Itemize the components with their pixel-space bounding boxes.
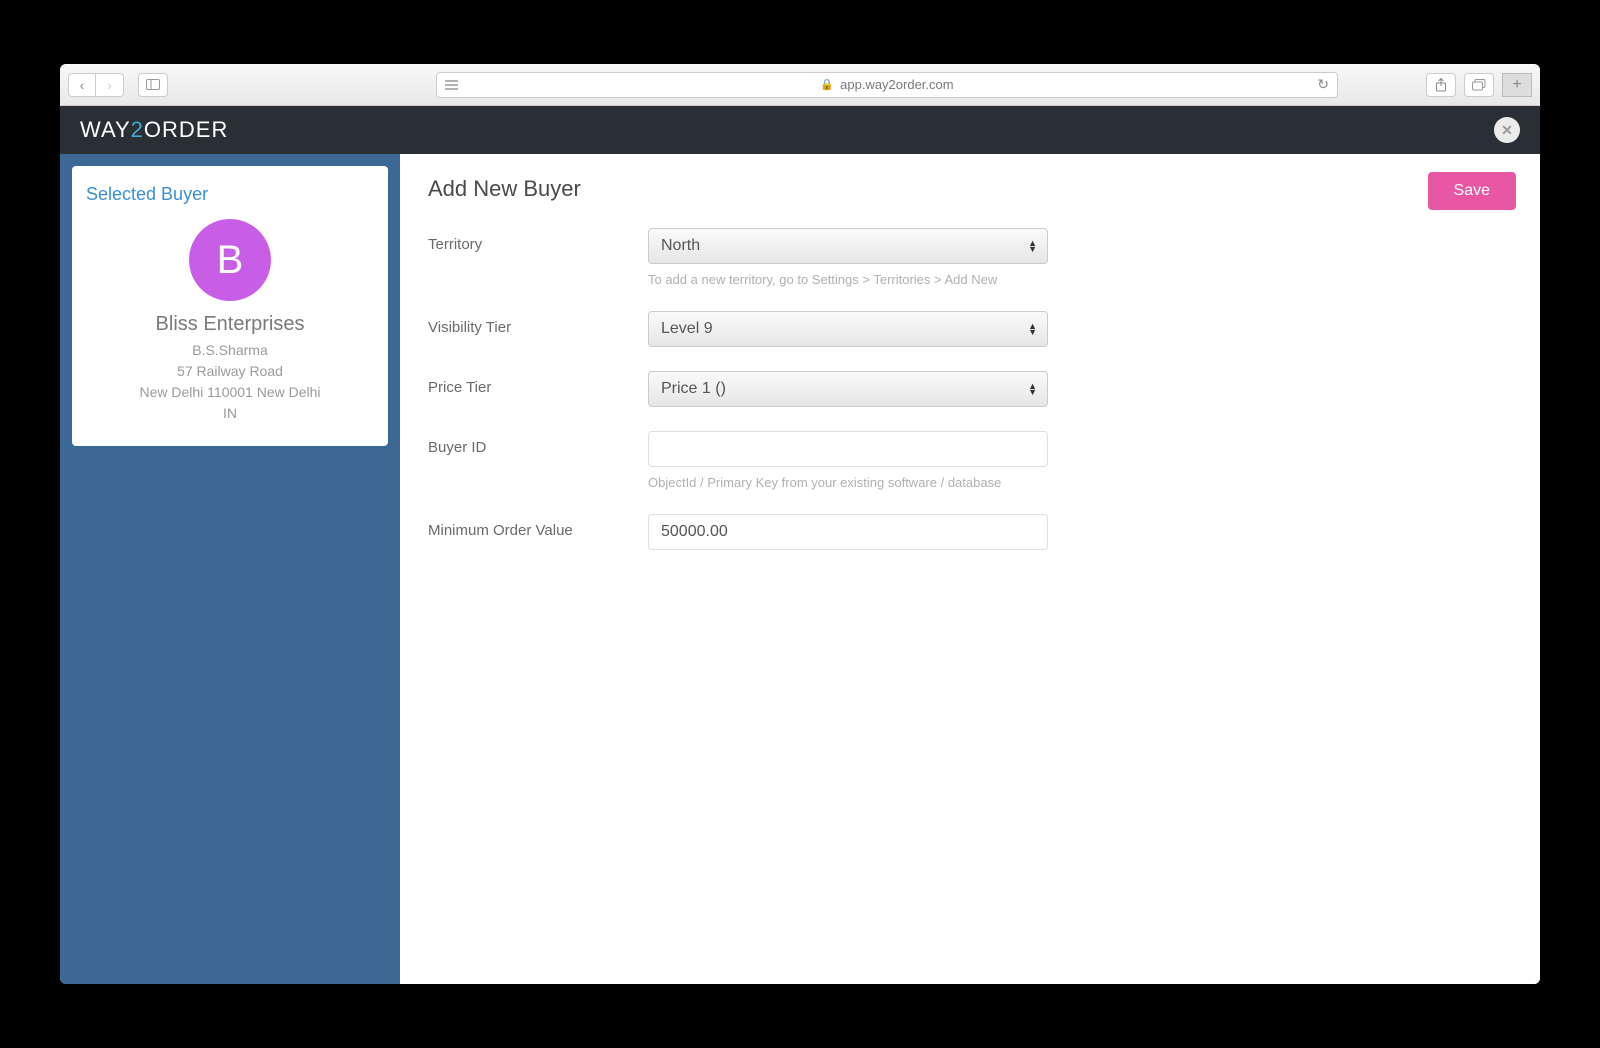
url-text: app.way2order.com [840,77,953,92]
select-price-tier-value: Price 1 () [661,380,726,398]
hint-territory: To add a new territory, go to Settings >… [648,272,1048,287]
row-price-tier: Price Tier Price 1 () ▲▼ [428,371,1512,407]
row-buyer-id: Buyer ID ObjectId / Primary Key from you… [428,431,1512,490]
chevron-right-icon: › [107,77,112,93]
input-buyer-id[interactable] [648,431,1048,467]
label-visibility: Visibility Tier [428,311,648,336]
avatar: B [189,219,271,301]
forward-button[interactable]: › [96,73,124,97]
buyer-company: Bliss Enterprises [86,313,374,336]
sidebar-toggle-button[interactable] [138,73,168,97]
chevron-updown-icon: ▲▼ [1028,240,1037,252]
save-button[interactable]: Save [1428,172,1516,210]
buyer-address2: New Delhi 110001 New Delhi [86,382,374,403]
buyer-country: IN [86,403,374,424]
select-price-tier[interactable]: Price 1 () ▲▼ [648,371,1048,407]
hint-buyer-id: ObjectId / Primary Key from your existin… [648,475,1048,490]
close-button[interactable]: ✕ [1494,117,1520,143]
panel-icon [146,79,160,90]
back-button[interactable]: ‹ [68,73,96,97]
row-territory: Territory North ▲▼ To add a new territor… [428,228,1512,287]
buyer-contact: B.S.Sharma [86,340,374,361]
logo-part2: 2 [131,117,144,142]
chevron-left-icon: ‹ [80,77,85,93]
label-min-order: Minimum Order Value [428,514,648,539]
page-title: Add New Buyer [428,176,1512,202]
label-price-tier: Price Tier [428,371,648,396]
tabs-button[interactable] [1464,73,1494,97]
app-logo: WAY2ORDER [80,117,228,143]
select-visibility[interactable]: Level 9 ▲▼ [648,311,1048,347]
select-visibility-value: Level 9 [661,320,713,338]
input-min-order[interactable] [648,514,1048,550]
select-territory[interactable]: North ▲▼ [648,228,1048,264]
browser-chrome: ‹ › 🔒 app.way2order.com ↻ [60,64,1540,106]
buyer-card: Selected Buyer B Bliss Enterprises B.S.S… [72,166,388,446]
reload-button[interactable]: ↻ [1317,76,1329,93]
close-icon: ✕ [1501,122,1513,139]
nav-group: ‹ › [68,73,124,97]
label-territory: Territory [428,228,648,253]
chevron-updown-icon: ▲▼ [1028,323,1037,335]
browser-window: ‹ › 🔒 app.way2order.com ↻ [60,64,1540,984]
url-bar[interactable]: 🔒 app.way2order.com ↻ [436,72,1338,98]
avatar-initial: B [217,238,244,283]
logo-part3: ORDER [144,117,228,142]
app-header: WAY2ORDER ✕ [60,106,1540,154]
share-icon [1435,78,1447,92]
row-min-order: Minimum Order Value [428,514,1512,550]
label-buyer-id: Buyer ID [428,431,648,456]
plus-icon: + [1512,76,1521,94]
lock-icon: 🔒 [820,78,834,91]
content: Add New Buyer Save Territory North ▲▼ To… [400,154,1540,984]
app-body: Selected Buyer B Bliss Enterprises B.S.S… [60,154,1540,984]
buyer-card-title: Selected Buyer [86,184,374,205]
select-territory-value: North [661,237,700,255]
tabs-icon [1472,79,1486,91]
buyer-address1: 57 Railway Road [86,361,374,382]
logo-part1: WAY [80,117,131,142]
row-visibility: Visibility Tier Level 9 ▲▼ [428,311,1512,347]
sidebar: Selected Buyer B Bliss Enterprises B.S.S… [60,154,400,984]
new-tab-button[interactable]: + [1502,73,1532,97]
chevron-updown-icon: ▲▼ [1028,383,1037,395]
share-button[interactable] [1426,73,1456,97]
chrome-right-group: + [1426,73,1532,97]
reader-icon[interactable] [437,80,465,90]
